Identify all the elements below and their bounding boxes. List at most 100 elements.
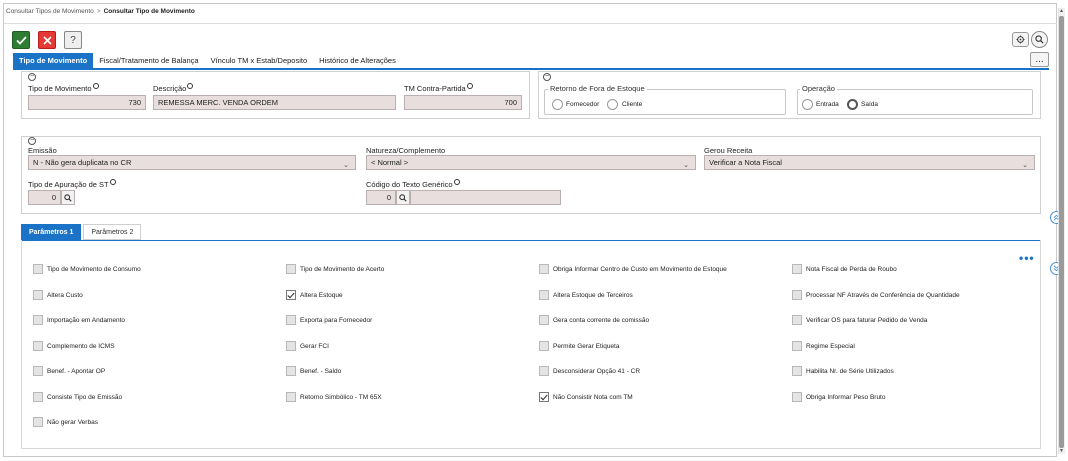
checkbox-label: Desconsiderar Opção 41 - CR <box>553 368 641 375</box>
cancel-button[interactable] <box>38 31 56 49</box>
descricao-field[interactable]: REMESSA MERC. VENDA ORDEM <box>153 95 396 110</box>
tipo-movimento-field[interactable]: 730 <box>28 95 146 110</box>
checkbox-desconsiderar-opcao-41[interactable] <box>539 366 549 376</box>
tab-parametros-2[interactable]: Parâmetros 2 <box>83 224 142 240</box>
tipo-apuracao-lookup-button[interactable] <box>61 190 75 205</box>
checkbox-obriga-centro-custo[interactable] <box>539 264 549 274</box>
tipo-movimento-label-text: Tipo de Movimento <box>28 84 92 93</box>
tm-contra-partida-label-text: TM Contra-Partida <box>404 84 466 93</box>
gerou-receita-select[interactable]: Verificar a Nota Fiscal ⌄ <box>704 155 1035 170</box>
checkbox-label: Altera Custo <box>47 292 83 299</box>
checkbox-nota-perda-roubo[interactable] <box>792 264 802 274</box>
checkbox-altera-custo[interactable] <box>33 290 43 300</box>
checkbox-nao-gerar-verbas[interactable] <box>33 417 43 427</box>
scroll-arrow-up-icon[interactable]: ▲ <box>1058 8 1065 15</box>
radio-fornecedor-label: Fornecedor <box>566 101 600 108</box>
checkbox-altera-estoque-terceiros[interactable] <box>539 290 549 300</box>
help-button[interactable]: ? <box>64 31 82 49</box>
scrollbar-thumb[interactable] <box>1059 16 1064 448</box>
checkbox-complemento-icms[interactable] <box>33 341 43 351</box>
checkbox-verificar-os[interactable] <box>792 315 802 325</box>
checkbox-label: Não Consistir Nota com TM <box>553 394 633 401</box>
collapse-group2-button[interactable]: − <box>543 73 551 81</box>
retorno-legend: Retorno de Fora de Estoque <box>548 84 647 93</box>
tipo-apuracao-field[interactable]: 0 <box>28 190 61 205</box>
radio-cliente[interactable] <box>607 99 618 110</box>
checkbox-importacao-andamento[interactable] <box>33 315 43 325</box>
checkbox-retorno-simbolico[interactable] <box>286 392 296 402</box>
checkbox-permite-gerar-etiqueta[interactable] <box>539 341 549 351</box>
checkbox-label: Benef. - Apontar OP <box>47 368 106 375</box>
radio-fornecedor[interactable] <box>552 99 563 110</box>
tab-tipo-de-movimento[interactable]: Tipo de Movimento <box>13 53 94 68</box>
checkbox-regime-especial[interactable] <box>792 341 802 351</box>
checkbox-label: Verificar OS para faturar Pedido de Vend… <box>806 317 928 324</box>
descricao-label: Descrição <box>153 83 194 93</box>
codigo-texto-description <box>410 190 561 205</box>
checkbox-label: Habilita Nr. de Série Utilizados <box>806 368 894 375</box>
info-icon <box>466 83 473 89</box>
tab-vinculo-tm-estab[interactable]: Vínculo TM x Estab/Deposito <box>205 53 314 68</box>
info-icon <box>92 83 99 89</box>
tab-parametros-1[interactable]: Parâmetros 1 <box>21 224 82 240</box>
natureza-value: < Normal > <box>371 158 409 167</box>
radio-saida[interactable] <box>847 99 858 110</box>
descricao-label-text: Descrição <box>153 84 187 93</box>
codigo-texto-lookup-button[interactable] <box>396 190 410 205</box>
collapse-group1-button[interactable]: − <box>28 73 36 81</box>
info-icon <box>453 179 460 185</box>
more-options-button[interactable]: ... <box>1030 52 1049 67</box>
checkbox-altera-estoque[interactable] <box>286 290 296 300</box>
checkbox-tipo-movimento-acerto[interactable] <box>286 264 296 274</box>
checkbox-benef-saldo[interactable] <box>286 366 296 376</box>
natureza-select[interactable]: < Normal > ⌄ <box>366 155 696 170</box>
gerou-receita-label: Gerou Receita <box>704 146 753 155</box>
gerou-receita-value: Verificar a Nota Fiscal <box>709 158 782 167</box>
checkbox-gerar-fci[interactable] <box>286 341 296 351</box>
checkbox-processar-nf-conferencia[interactable] <box>792 290 802 300</box>
parameters-more-button[interactable]: ••• <box>1019 251 1035 265</box>
checkbox-benef-apontar-op[interactable] <box>33 366 43 376</box>
checkbox-habilita-nr-serie[interactable] <box>792 366 802 376</box>
scroll-arrow-down-icon[interactable]: ▼ <box>1058 448 1065 455</box>
tm-contra-partida-field[interactable]: 700 <box>404 95 522 110</box>
tipo-apuracao-label-text: Tipo de Apuração de ST <box>28 180 109 189</box>
checkbox-label: Gera conta corrente de comissão <box>553 317 650 324</box>
checkbox-obriga-peso-bruto[interactable] <box>792 392 802 402</box>
tab-historico-alteracoes[interactable]: Histórico de Alterações <box>313 53 402 68</box>
zoom-button[interactable] <box>1031 31 1048 48</box>
checkbox-gera-conta-comissao[interactable] <box>539 315 549 325</box>
checkbox-label: Retorno Simbólico - TM 65X <box>300 394 382 401</box>
collapse-group3-button[interactable]: − <box>28 137 36 145</box>
codigo-texto-field[interactable]: 0 <box>366 190 396 205</box>
check-icon <box>15 35 27 45</box>
tipo-movimento-label: Tipo de Movimento <box>28 83 99 93</box>
checkbox-exporta-fornecedor[interactable] <box>286 315 296 325</box>
confirm-button[interactable] <box>12 31 30 49</box>
checkbox-label: Benef. - Saldo <box>300 368 342 375</box>
checkbox-label: Complemento de ICMS <box>47 343 115 350</box>
emissao-select[interactable]: N - Não gera duplicata no CR ⌄ <box>28 155 356 170</box>
checkbox-label: Processar NF Através de Conferência de Q… <box>806 292 960 299</box>
breadcrumb-parent[interactable]: Consultar Tipos de Movimento <box>6 8 94 15</box>
header-divider <box>4 23 1057 24</box>
checkbox-label: Obriga Informar Peso Bruto <box>806 394 886 401</box>
close-icon <box>42 35 52 45</box>
settings-button[interactable] <box>1012 32 1029 47</box>
tab-fiscal-tratamento-balanca[interactable]: Fiscal/Tratamento de Balança <box>93 53 204 68</box>
checkbox-nao-consistir-nota[interactable] <box>539 392 549 402</box>
breadcrumb: Consultar Tipos de Movimento > Consultar T… <box>6 8 195 15</box>
search-icon <box>1035 35 1044 44</box>
checkbox-tipo-movimento-consumo[interactable] <box>33 264 43 274</box>
checkbox-label: Gerar FCI <box>300 343 329 350</box>
checkbox-consiste-tipo-emissao[interactable] <box>33 392 43 402</box>
natureza-label: Natureza/Complemento <box>366 146 446 155</box>
tipo-apuracao-label: Tipo de Apuração de ST <box>28 179 116 189</box>
breadcrumb-separator: > <box>96 8 101 15</box>
emissao-label: Emissão <box>28 146 57 155</box>
checkbox-label: Altera Estoque <box>300 292 343 299</box>
checkbox-label: Permite Gerar Etiqueta <box>553 343 620 350</box>
checkbox-label: Importação em Andamento <box>47 317 126 324</box>
radio-entrada[interactable] <box>802 99 813 110</box>
main-tabs: Tipo de Movimento Fiscal/Tratamento de B… <box>13 53 402 68</box>
